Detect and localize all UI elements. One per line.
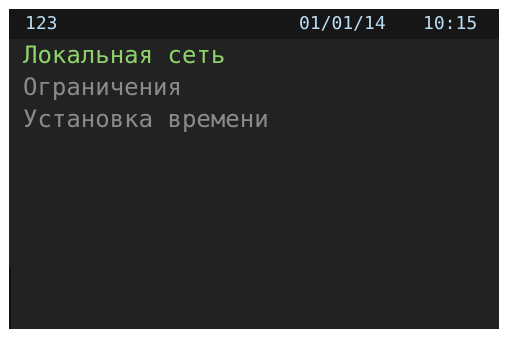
screen-edge-line [9, 267, 11, 329]
menu-item-restrictions[interactable]: Ограничения [23, 71, 269, 103]
status-bar: 123 01/01/14 10:15 [9, 9, 499, 39]
menu-item-local-network[interactable]: Локальная сеть [23, 39, 269, 71]
status-id: 123 [25, 13, 58, 34]
device-screen: 123 01/01/14 10:15 Локальная сеть Ограни… [9, 9, 499, 329]
status-date: 01/01/14 [299, 13, 386, 34]
settings-menu: Локальная сеть Ограничения Установка вре… [23, 39, 269, 135]
menu-item-time-setup[interactable]: Установка времени [23, 103, 269, 135]
status-time: 10:15 [423, 13, 478, 34]
